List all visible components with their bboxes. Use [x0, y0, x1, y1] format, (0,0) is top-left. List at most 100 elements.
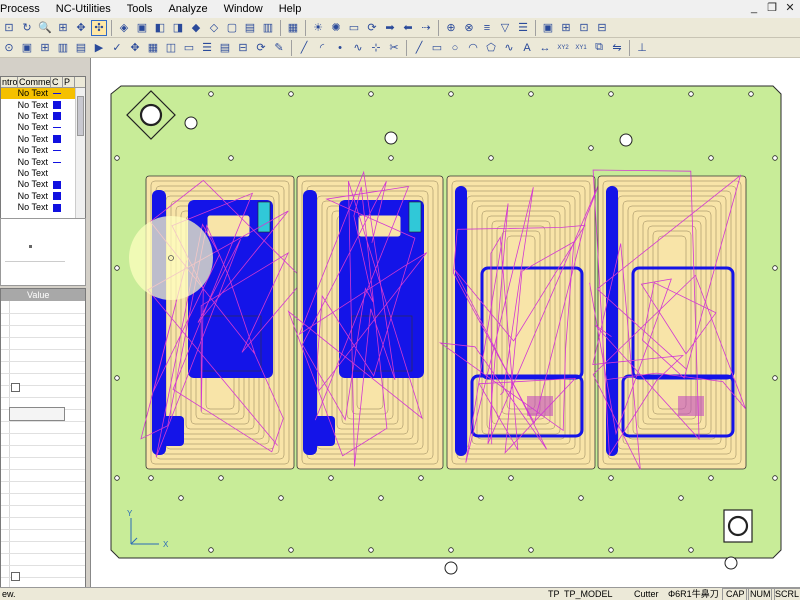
color-icon[interactable]: ▦	[285, 20, 301, 36]
operation-row[interactable]: No Text	[1, 134, 85, 145]
bulb-on-icon[interactable]: ✺	[328, 20, 344, 36]
status-message: ew.	[2, 589, 16, 599]
view-front-icon[interactable]: ◧	[152, 20, 168, 36]
stack-icon[interactable]: ☰	[515, 20, 531, 36]
graphics-viewport[interactable]: Y X	[90, 58, 800, 588]
axis-icon[interactable]: ⊥	[634, 40, 650, 56]
doc-icon[interactable]: ▭	[346, 20, 362, 36]
zoom-window-icon[interactable]: ⊡	[1, 20, 17, 36]
operation-row[interactable]: No Text	[1, 168, 85, 179]
operation-row[interactable]: No Text	[1, 156, 85, 167]
menu-help[interactable]: Help	[271, 0, 310, 18]
line-icon[interactable]: ╱	[296, 40, 312, 56]
tool-icon[interactable]: ▥	[55, 40, 71, 56]
wcs-icon[interactable]: ⊞	[37, 40, 53, 56]
menu-tools[interactable]: Tools	[119, 0, 161, 18]
operation-row[interactable]: No Text	[1, 202, 85, 213]
param-icon[interactable]: ◫	[163, 40, 179, 56]
drill-icon[interactable]: ⊙	[1, 40, 17, 56]
trim-icon[interactable]: ✂	[386, 40, 402, 56]
column-control[interactable]: ntrol	[1, 77, 18, 87]
menu-analyze[interactable]: Analyze	[160, 0, 215, 18]
property-field[interactable]	[9, 407, 65, 421]
property-checkbox[interactable]	[11, 383, 20, 392]
display-icon[interactable]: ▥	[260, 20, 276, 36]
column-p[interactable]: P	[63, 77, 75, 87]
refresh-icon[interactable]: ⟳	[364, 20, 380, 36]
shade-icon[interactable]: ◆	[188, 20, 204, 36]
rotate-icon[interactable]: ↻	[19, 20, 35, 36]
arc-icon[interactable]: ◜	[314, 40, 330, 56]
minimize-button[interactable]: _	[748, 1, 760, 15]
operation-row[interactable]: No Text	[1, 145, 85, 156]
close-button[interactable]: ✕	[784, 1, 796, 15]
operation-row[interactable]: No Text	[1, 99, 85, 110]
feature-icon[interactable]: ▣	[19, 40, 35, 56]
draw-arc-icon[interactable]: ◠	[465, 40, 481, 56]
view-right-icon[interactable]: ◨	[170, 20, 186, 36]
measure-icon[interactable]: ⊗	[461, 20, 477, 36]
stock-icon[interactable]: ▦	[145, 40, 161, 56]
grid-icon[interactable]: ⊞	[558, 20, 574, 36]
ortho-icon[interactable]: ⊟	[594, 20, 610, 36]
point-icon[interactable]: •	[332, 40, 348, 56]
pan-icon[interactable]: ✥	[73, 20, 89, 36]
column-c[interactable]: C	[51, 77, 63, 87]
draw-curve-icon[interactable]: ∿	[501, 40, 517, 56]
dynamic-view-icon[interactable]: ✣	[91, 19, 107, 36]
cycle-icon[interactable]: ⟳	[253, 40, 269, 56]
view-iso-icon[interactable]: ◈	[116, 20, 132, 36]
wireframe-icon[interactable]: ◇	[206, 20, 222, 36]
column-comment[interactable]: Comment	[18, 77, 51, 87]
filter-icon[interactable]: ▽	[497, 20, 513, 36]
model-icon[interactable]: ▤	[242, 20, 258, 36]
sim-icon[interactable]: ▶	[91, 40, 107, 56]
bulb-icon[interactable]: ☀	[310, 20, 326, 36]
plate-hole	[218, 475, 224, 481]
mirror-icon[interactable]: ⇋	[609, 40, 625, 56]
restore-button[interactable]: ❐	[766, 1, 778, 15]
scrollbar-thumb[interactable]	[77, 96, 84, 136]
spline-icon[interactable]: ∿	[350, 40, 366, 56]
path-icon[interactable]: ▤	[73, 40, 89, 56]
property-checkbox-bottom[interactable]	[11, 572, 20, 581]
operation-row[interactable]: No Text	[1, 179, 85, 190]
library-icon[interactable]: ▤	[217, 40, 233, 56]
menu-nc-utilities[interactable]: NC-Utilities	[48, 0, 119, 18]
arrow-icon[interactable]: ⇢	[418, 20, 434, 36]
back-icon[interactable]: ⬅	[400, 20, 416, 36]
operation-row[interactable]: No Text	[1, 191, 85, 202]
operation-row[interactable]: No Text	[1, 122, 85, 133]
layer-icon[interactable]: ≡	[479, 20, 495, 36]
draw-line-icon[interactable]: ╱	[411, 40, 427, 56]
list-icon[interactable]: ☰	[199, 40, 215, 56]
toolbar-separator	[629, 39, 630, 56]
offset-icon[interactable]: ⧉	[591, 40, 607, 56]
move-icon[interactable]: ✥	[127, 40, 143, 56]
tree-icon[interactable]: ⊕	[443, 20, 459, 36]
node-icon[interactable]: ⊹	[368, 40, 384, 56]
text-icon[interactable]: A	[519, 40, 535, 56]
forward-icon[interactable]: ➡	[382, 20, 398, 36]
engrave-icon[interactable]: ✎	[271, 40, 287, 56]
zoom-icon[interactable]: 🔍	[37, 20, 53, 36]
draw-circle-icon[interactable]: ○	[447, 40, 463, 56]
xy2-icon[interactable]: XY2	[555, 40, 571, 56]
dimension-icon[interactable]: ↔	[537, 40, 553, 56]
xy1-icon[interactable]: XY1	[573, 40, 589, 56]
menu-process[interactable]: Process	[0, 0, 48, 18]
check-icon[interactable]: ✓	[109, 40, 125, 56]
draw-rect-icon[interactable]: ▭	[429, 40, 445, 56]
select-icon[interactable]: ▣	[540, 20, 556, 36]
view-top-icon[interactable]: ▣	[134, 20, 150, 36]
cad-canvas[interactable]: Y X	[91, 58, 800, 588]
hidden-icon[interactable]: ▢	[224, 20, 240, 36]
menu-window[interactable]: Window	[216, 0, 271, 18]
fit-icon[interactable]: ⊞	[55, 20, 71, 36]
draw-poly-icon[interactable]: ⬠	[483, 40, 499, 56]
fixture-icon[interactable]: ⊟	[235, 40, 251, 56]
snap-icon[interactable]: ⊡	[576, 20, 592, 36]
operation-row[interactable]: No Text	[1, 88, 85, 100]
plate-icon[interactable]: ▭	[181, 40, 197, 56]
operation-row[interactable]: No Text	[1, 111, 85, 122]
